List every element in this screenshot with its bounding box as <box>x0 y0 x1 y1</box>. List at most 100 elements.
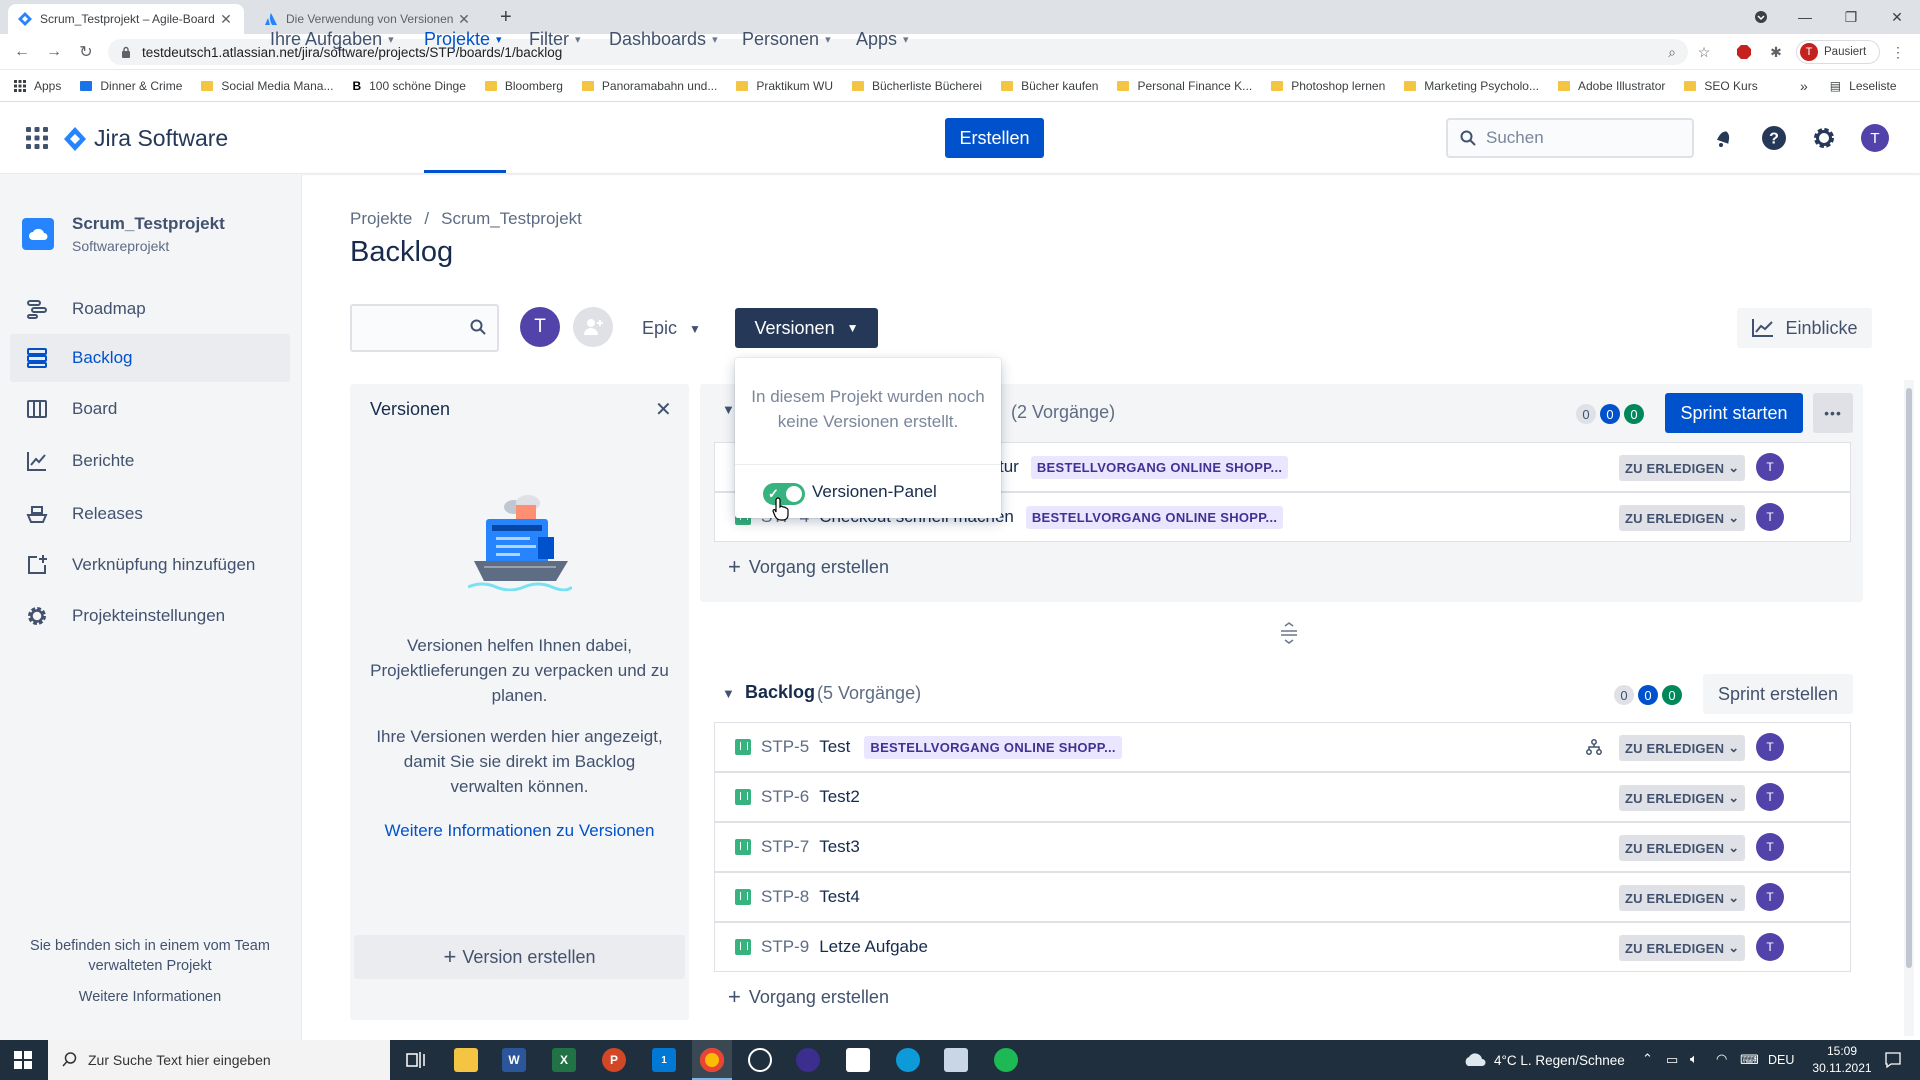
app-notepad-icon[interactable] <box>944 1048 968 1072</box>
epic-filter[interactable]: Epic ▼ <box>642 318 701 339</box>
chrome-icon[interactable] <box>700 1048 724 1072</box>
issue-row[interactable]: STP-5 Test BESTELLVORGANG ONLINE SHOPP..… <box>714 722 1851 772</box>
jira-logo[interactable]: Jira Software <box>64 125 228 152</box>
create-sprint-button[interactable]: Sprint erstellen <box>1703 674 1853 714</box>
backlog-search-input[interactable] <box>350 304 499 352</box>
notifications-icon[interactable] <box>1710 124 1738 152</box>
status-dropdown[interactable]: ZU ERLEDIGEN ⌄ <box>1619 455 1746 481</box>
app-document-icon[interactable] <box>846 1048 870 1072</box>
nav-dashboards[interactable]: Dashboards ▾ <box>609 24 718 54</box>
issue-key[interactable]: STP-5 <box>761 737 809 757</box>
minimize-icon[interactable]: — <box>1782 0 1828 34</box>
scrollbar-thumb[interactable] <box>1906 388 1912 968</box>
assignee-avatar[interactable]: T <box>1756 503 1784 531</box>
sidebar-item-add-shortcut[interactable]: Verknüpfung hinzufügen <box>10 541 290 589</box>
bookmark-star-icon[interactable]: ☆ <box>1696 44 1712 60</box>
more-info-link[interactable]: Weitere Informationen <box>20 989 280 1005</box>
adblock-icon[interactable] <box>1736 44 1752 60</box>
sidebar-item-roadmap[interactable]: Roadmap <box>10 285 290 333</box>
close-panel-icon[interactable]: ✕ <box>655 397 672 422</box>
extensions-icon[interactable]: ✱ <box>1768 44 1784 60</box>
assignee-avatar[interactable]: T <box>1756 883 1784 911</box>
clock-date[interactable]: 30.11.2021 <box>1806 1061 1878 1075</box>
bookmark-apps[interactable]: Apps <box>14 79 61 93</box>
powerpoint-icon[interactable]: P <box>602 1048 626 1072</box>
child-issues-icon[interactable] <box>1586 739 1602 755</box>
issue-row[interactable]: STP-6 Test2 ZU ERLEDIGEN ⌄ T <box>714 772 1851 822</box>
help-icon[interactable]: ? <box>1760 124 1788 152</box>
create-button[interactable]: Erstellen <box>945 118 1044 158</box>
issue-row[interactable]: STP-7 Test3 ZU ERLEDIGEN ⌄ T <box>714 822 1851 872</box>
sidebar-item-board[interactable]: Board <box>10 385 290 433</box>
profile-chip[interactable]: T Pausiert <box>1796 40 1880 64</box>
clock-time[interactable]: 15:09 <box>1810 1044 1874 1058</box>
nav-projects[interactable]: Projekte ▾ <box>424 24 502 54</box>
bookmark-item[interactable]: Social Media Mana... <box>201 79 333 93</box>
nav-apps[interactable]: Apps ▾ <box>856 24 909 54</box>
status-dropdown[interactable]: ZU ERLEDIGEN ⌄ <box>1619 835 1746 861</box>
assignee-avatar[interactable]: T <box>1756 933 1784 961</box>
filter-avatar-user[interactable]: T <box>520 307 560 347</box>
tray-keyboard-icon[interactable]: ⌨ <box>1740 1052 1759 1068</box>
sidebar-item-project-settings[interactable]: Projekteinstellungen <box>10 592 290 640</box>
app-circle-icon[interactable] <box>748 1048 772 1072</box>
browser-menu-icon[interactable]: ⋮ <box>1890 44 1906 60</box>
bookmark-item[interactable]: Bloomberg <box>484 79 563 93</box>
versions-filter-button[interactable]: Versionen ▼ <box>735 308 878 348</box>
sidebar-item-backlog[interactable]: Backlog <box>10 334 290 382</box>
assignee-avatar[interactable]: T <box>1756 833 1784 861</box>
bookmark-item[interactable]: Dinner & Crime <box>80 79 182 93</box>
sprint-create-issue[interactable]: + Vorgang erstellen <box>728 554 889 580</box>
nav-people[interactable]: Personen ▾ <box>742 24 831 54</box>
drag-resize-icon[interactable] <box>1279 622 1299 644</box>
excel-icon[interactable]: X <box>552 1048 576 1072</box>
weather-text[interactable]: 4°C L. Regen/Schnee <box>1494 1053 1625 1068</box>
bookmark-item[interactable]: Marketing Psycholo... <box>1404 79 1539 93</box>
bookmark-item[interactable]: Personal Finance K... <box>1117 79 1252 93</box>
word-icon[interactable]: W <box>502 1048 526 1072</box>
taskbar-search-input[interactable]: Zur Suche Text hier eingeben <box>48 1040 390 1080</box>
status-dropdown[interactable]: ZU ERLEDIGEN ⌄ <box>1619 785 1746 811</box>
add-people-icon[interactable] <box>573 307 613 347</box>
back-icon[interactable]: ← <box>12 42 32 62</box>
bookmark-item[interactable]: Photoshop lernen <box>1271 79 1385 93</box>
assignee-avatar[interactable]: T <box>1756 733 1784 761</box>
nav-your-work[interactable]: Ihre Aufgaben ▾ <box>270 24 394 54</box>
bookmark-item[interactable]: SEO Kurs <box>1684 79 1758 93</box>
bookmark-item[interactable]: Praktikum WU <box>736 79 833 93</box>
bookmark-item[interactable]: Adobe Illustrator <box>1557 79 1665 93</box>
issue-key[interactable]: STP-8 <box>761 887 809 907</box>
epic-badge[interactable]: BESTELLVORGANG ONLINE SHOPP... <box>1030 455 1289 479</box>
tray-wifi-icon[interactable]: ◠ <box>1716 1051 1727 1067</box>
insights-button[interactable]: Einblicke <box>1737 308 1872 348</box>
reading-list-link[interactable]: Leseliste <box>1849 79 1896 93</box>
nav-filters[interactable]: Filter ▾ <box>529 24 581 54</box>
create-version-button[interactable]: + Version erstellen <box>354 935 685 979</box>
epic-badge[interactable]: BESTELLVORGANG ONLINE SHOPP... <box>1025 505 1284 529</box>
sprint-collapse-icon[interactable]: ▼ <box>722 402 735 417</box>
language-indicator[interactable]: DEU <box>1768 1053 1794 1067</box>
app-arc-icon[interactable] <box>796 1048 820 1072</box>
windows-start-icon[interactable] <box>14 1051 32 1069</box>
issue-key[interactable]: STP-6 <box>761 787 809 807</box>
assignee-avatar[interactable]: T <box>1756 453 1784 481</box>
task-view-icon[interactable] <box>404 1048 428 1072</box>
status-dropdown[interactable]: ZU ERLEDIGEN ⌄ <box>1619 885 1746 911</box>
status-dropdown[interactable]: ZU ERLEDIGEN ⌄ <box>1619 935 1746 961</box>
backlog-collapse-icon[interactable]: ▼ <box>722 686 735 701</box>
close-window-icon[interactable]: ✕ <box>1874 0 1920 34</box>
backlog-create-issue[interactable]: + Vorgang erstellen <box>728 984 889 1010</box>
new-tab-icon[interactable]: + <box>500 6 512 29</box>
app-switcher-icon[interactable] <box>26 127 48 149</box>
restore-icon[interactable]: ❐ <box>1828 0 1874 34</box>
browser-tab-active[interactable]: Scrum_Testprojekt – Agile-Board ✕ <box>8 4 244 34</box>
sidebar-item-reports[interactable]: Berichte <box>10 437 290 485</box>
breadcrumb-project[interactable]: Scrum_Testprojekt <box>441 209 582 229</box>
more-bookmarks-icon[interactable]: » <box>1800 78 1808 94</box>
assignee-avatar[interactable]: T <box>1756 783 1784 811</box>
user-avatar[interactable]: T <box>1861 124 1889 152</box>
bookmark-item[interactable]: Bücher kaufen <box>1001 79 1098 93</box>
start-sprint-button[interactable]: Sprint starten <box>1665 393 1803 433</box>
breadcrumb-projects[interactable]: Projekte <box>350 209 412 229</box>
issue-row[interactable]: STP-8 Test4 ZU ERLEDIGEN ⌄ T <box>714 872 1851 922</box>
